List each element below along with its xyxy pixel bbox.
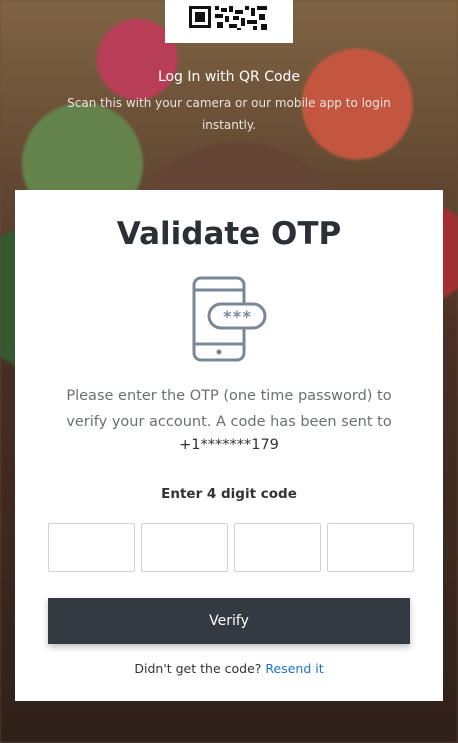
qr-login-subtitle: Scan this with your camera or our mobile… — [67, 96, 391, 132]
qr-login-title: Log In with QR Code — [157, 69, 301, 85]
verify-button[interactable]: Verify — [48, 598, 410, 644]
otp-digit-3[interactable] — [234, 523, 321, 572]
resend-link[interactable]: Resend it — [265, 661, 323, 676]
resend-prompt: Didn't get the code? — [134, 661, 262, 676]
otp-input-group — [48, 523, 414, 572]
page-title: Validate OTP — [116, 216, 342, 252]
masked-phone-number: +1*******179 — [179, 437, 279, 453]
otp-instructions: Please enter the OTP (one time password)… — [66, 388, 392, 430]
qr-code — [165, 0, 293, 43]
qr-code-icon — [189, 5, 267, 30]
phone-otp-icon: *** — [192, 276, 267, 362]
otp-card: Validate OTP *** Please enter the OTP (o… — [15, 190, 443, 701]
svg-text:***: *** — [223, 307, 252, 326]
otp-digit-2[interactable] — [141, 523, 228, 572]
otp-digit-1[interactable] — [48, 523, 135, 572]
otp-digit-label: Enter 4 digit code — [161, 486, 297, 502]
resend-row: Didn't get the code? Resend it — [15, 661, 443, 676]
otp-digit-4[interactable] — [327, 523, 414, 572]
